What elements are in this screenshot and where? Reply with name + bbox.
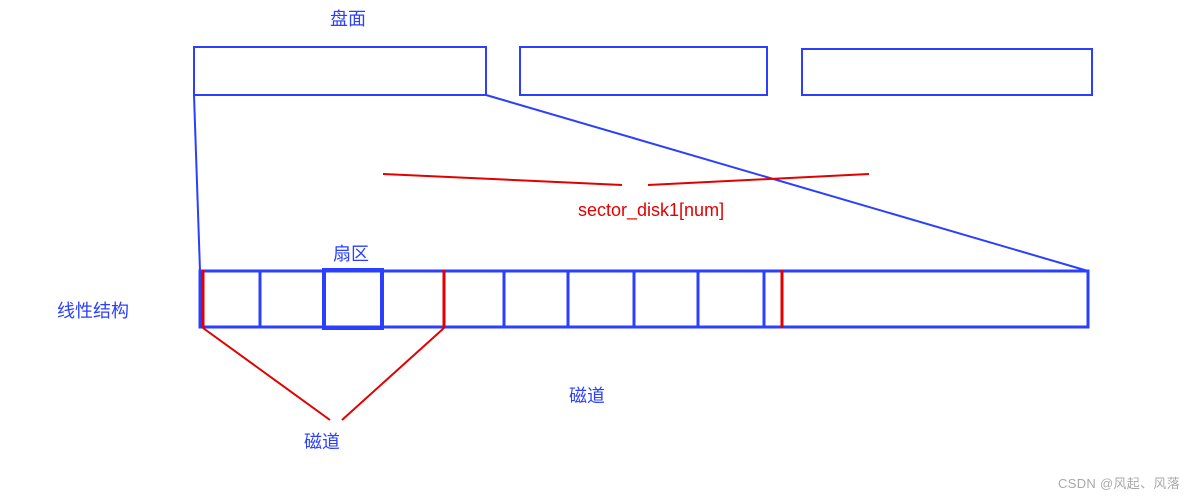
platter-box-1: [194, 47, 486, 95]
watermark: CSDN @风起、风落: [1058, 473, 1180, 492]
track-v-left: [203, 328, 330, 420]
label-sector: 扇区: [333, 244, 369, 264]
track-v-right: [342, 328, 444, 420]
linear-strip: [200, 271, 1088, 327]
sector-cell-highlight: [324, 270, 382, 328]
expand-line-left: [194, 95, 200, 271]
platter-box-2: [520, 47, 767, 95]
platter-box-3: [802, 49, 1092, 95]
label-array-expr: sector_disk1[num]: [578, 200, 724, 221]
disk-linearization-diagram: 盘面 sector_disk1[num] 扇区 线性结构 磁道 磁道: [0, 0, 1192, 500]
label-linear: 线性结构: [57, 301, 129, 321]
label-track-bottom: 磁道: [304, 432, 340, 452]
label-platter: 盘面: [330, 9, 366, 29]
array-brace-left: [383, 174, 622, 185]
label-track-right: 磁道: [569, 386, 605, 406]
